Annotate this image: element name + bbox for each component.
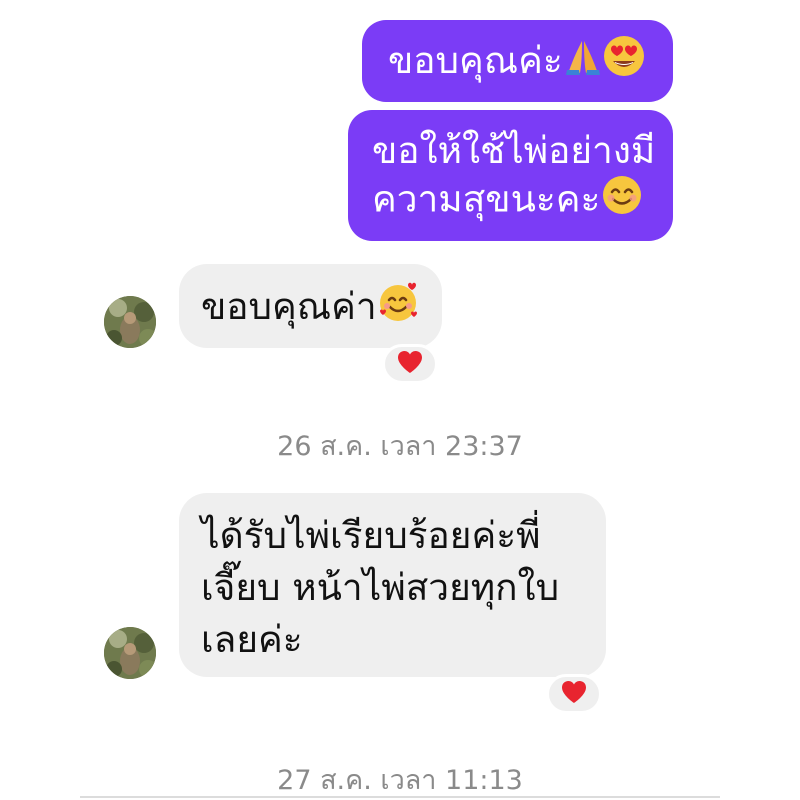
outgoing-message[interactable]: ขอให้ใช้ไพ่อย่างมี ความสุขนะคะ xyxy=(348,110,673,241)
outgoing-message[interactable]: ขอบคุณค่ะ xyxy=(362,20,673,102)
heart-icon xyxy=(561,680,587,708)
message-line: เจี๊ยบ หน้าไพ่สวยทุกใบ xyxy=(201,566,560,609)
heart-eyes-icon xyxy=(603,35,645,90)
message-text: ขอบคุณค่า xyxy=(201,285,377,328)
contact-avatar[interactable] xyxy=(104,296,156,348)
message-line: ได้รับไพ่เรียบร้อยค่ะพี่ xyxy=(201,514,541,557)
incoming-message[interactable]: ได้รับไพ่เรียบร้อยค่ะพี่ เจี๊ยบ หน้าไพ่ส… xyxy=(179,493,606,677)
timestamp: 26 ส.ค. เวลา 23:37 xyxy=(277,431,523,462)
heart-icon xyxy=(397,350,423,378)
message-line: ขอให้ใช้ไพ่อย่างมี xyxy=(372,129,656,172)
smiling-face-with-hearts-icon xyxy=(378,281,420,336)
incoming-message[interactable]: ขอบคุณค่า xyxy=(179,264,442,348)
message-line: เลยค่ะ xyxy=(201,618,303,661)
timestamp: 27 ส.ค. เวลา 11:13 xyxy=(277,765,523,796)
chat-thread: ขอบคุณค่ะ ขอให้ใช้ไพ่อย่างมี ความสุขนะคะ xyxy=(0,0,800,800)
message-text: ขอบคุณค่ะ xyxy=(388,39,563,82)
smiling-face-icon xyxy=(602,175,642,227)
heart-reaction[interactable] xyxy=(382,344,438,384)
divider xyxy=(80,796,720,798)
folded-hands-icon xyxy=(565,37,601,88)
contact-avatar[interactable] xyxy=(104,627,156,679)
message-line: ความสุขนะคะ xyxy=(372,177,601,221)
heart-reaction[interactable] xyxy=(546,674,602,714)
